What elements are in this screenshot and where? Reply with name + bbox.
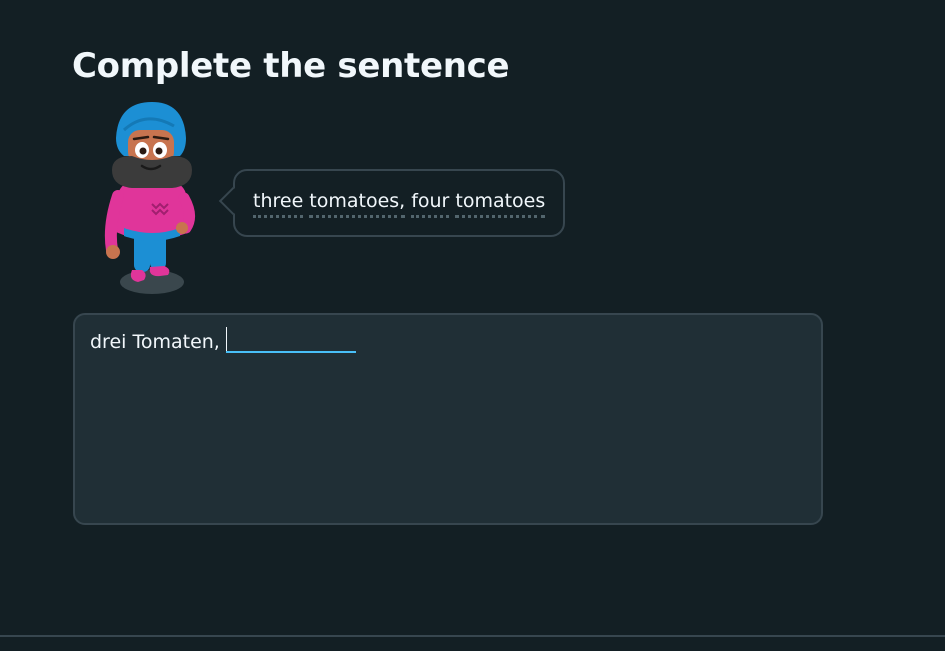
answer-sentence: drei Tomaten, <box>90 327 356 353</box>
prompt-word[interactable]: four <box>411 189 450 218</box>
prompt-word[interactable]: tomatoes, <box>309 189 406 218</box>
character-illustration-icon <box>104 100 200 300</box>
answer-blank-input[interactable] <box>225 327 356 353</box>
answer-area[interactable]: drei Tomaten, <box>73 313 823 525</box>
speech-bubble: three tomatoes, four tomatoes <box>218 169 566 237</box>
prompt-word[interactable]: three <box>253 189 304 218</box>
prompt-sentence: three tomatoes, four tomatoes <box>253 189 546 218</box>
text-caret <box>225 327 227 351</box>
footer-divider <box>0 635 945 637</box>
answer-prefix: drei Tomaten, <box>90 331 220 353</box>
page-title: Complete the sentence <box>72 46 510 86</box>
challenge-page: Complete the sentence three tomatoes, fo… <box>0 0 945 651</box>
speech-bubble-tail <box>218 186 248 216</box>
prompt-word[interactable]: tomatoes <box>455 189 546 218</box>
